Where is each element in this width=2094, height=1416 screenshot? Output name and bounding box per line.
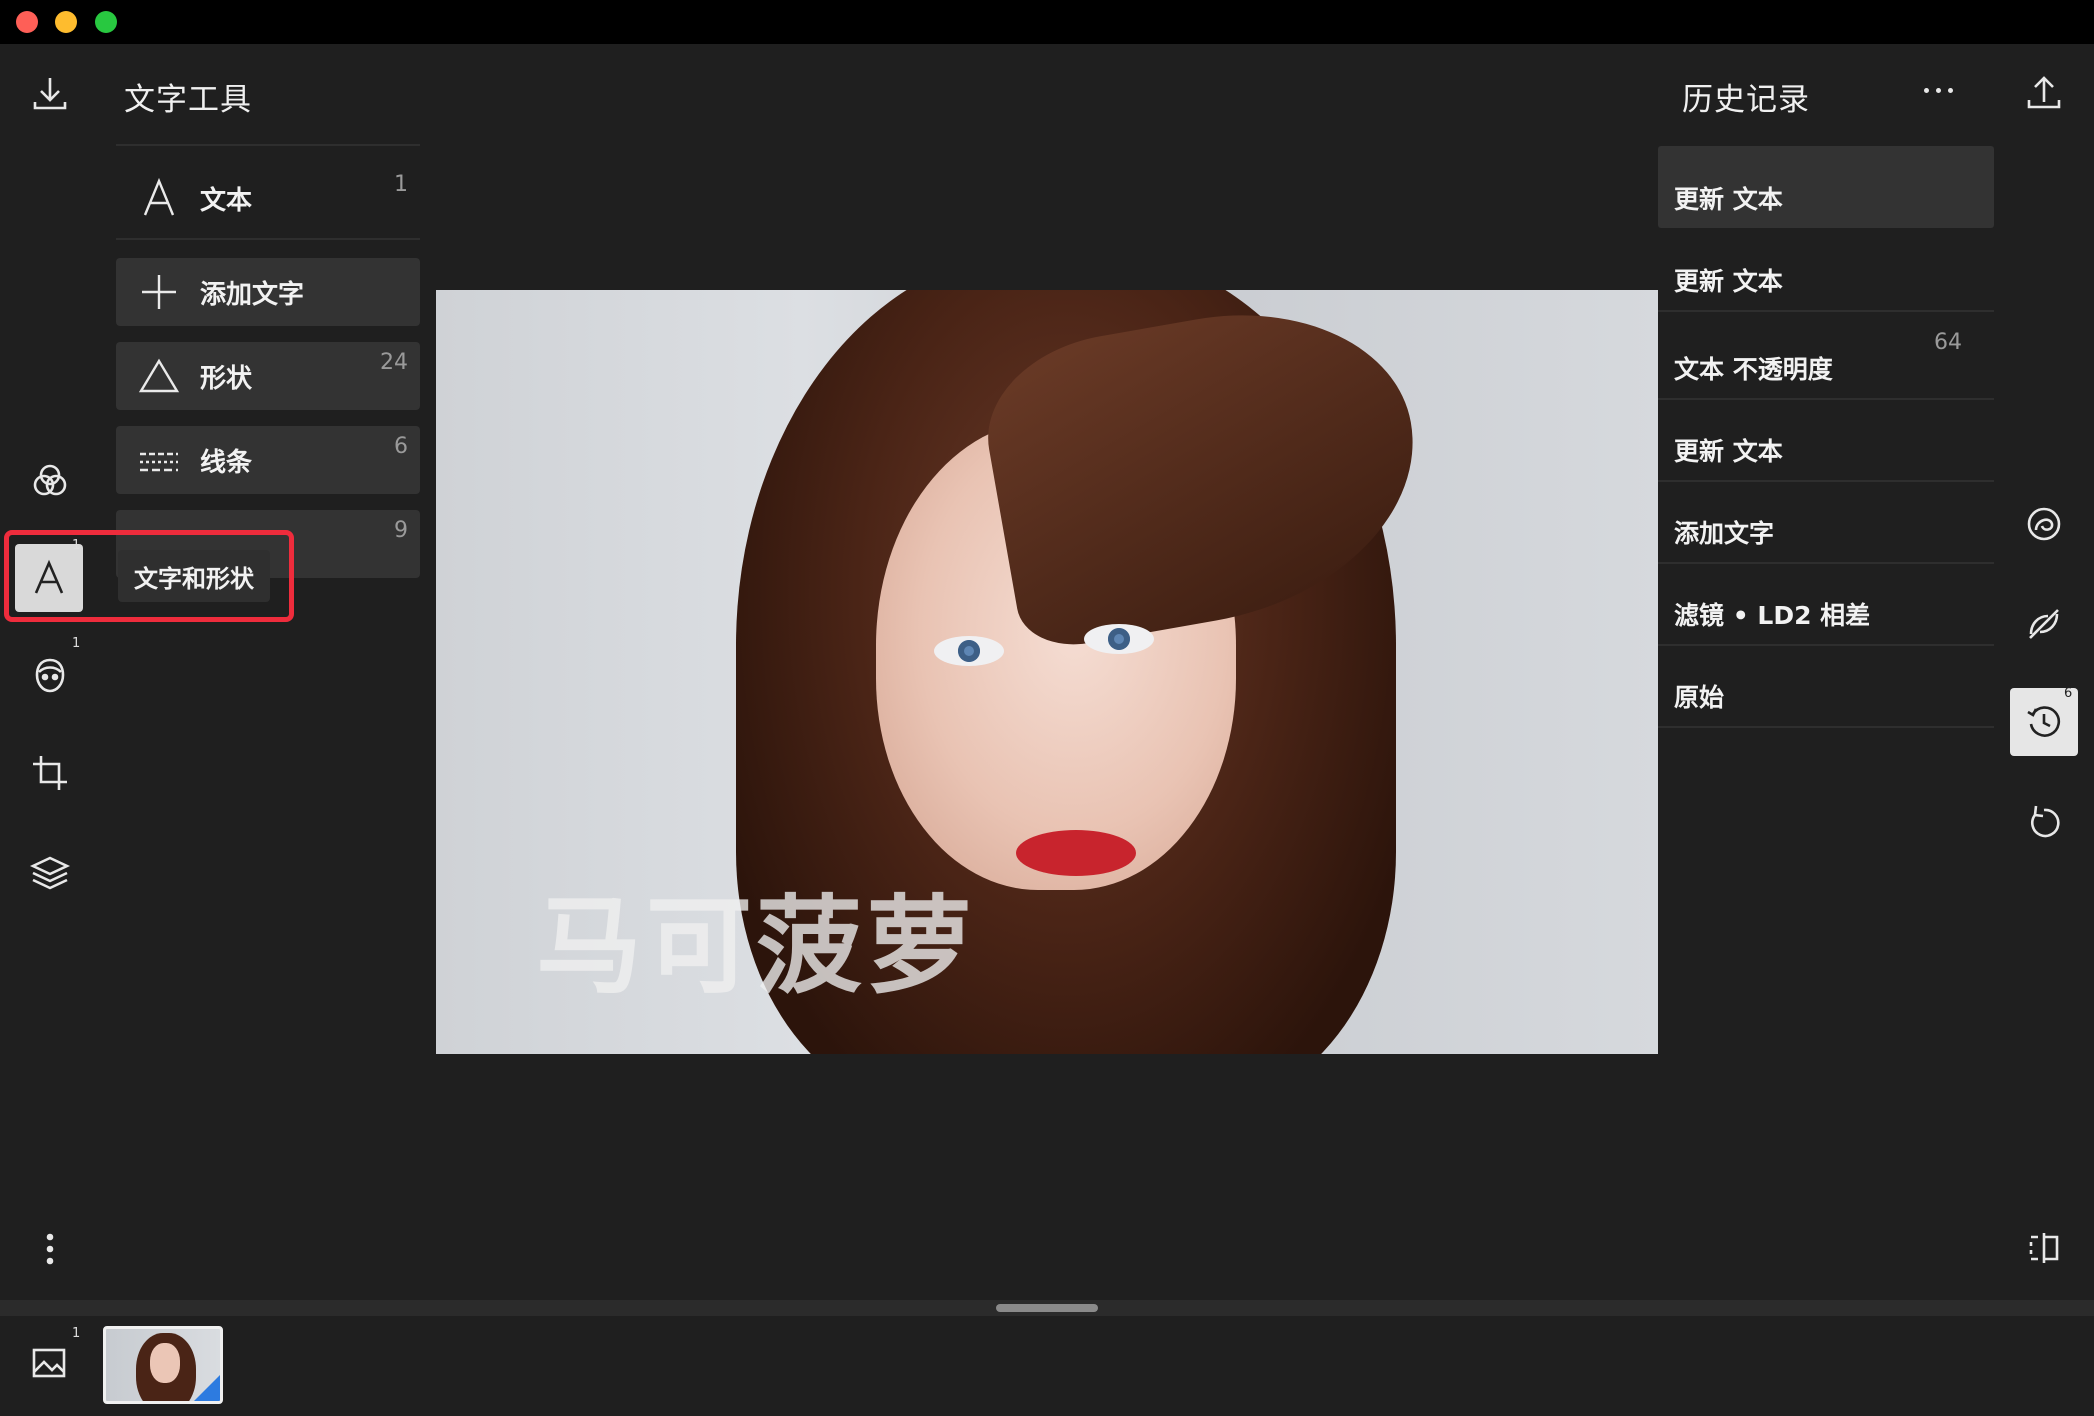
- window-titlebar: [0, 0, 2094, 44]
- history-item-label: 更新 文本: [1674, 267, 1783, 296]
- dot: [1936, 87, 1941, 93]
- dot: [1948, 87, 1953, 93]
- panel-divider: [116, 144, 420, 146]
- close-window-button[interactable]: [16, 11, 38, 33]
- compare-split-icon: [2029, 1233, 2059, 1263]
- history-item[interactable]: 更新 文本: [1658, 230, 1994, 312]
- letter-a-icon: [143, 177, 175, 216]
- crop-icon: [33, 756, 67, 790]
- edit-slash-icon: [2029, 609, 2059, 639]
- add-text-label: 添加文字: [200, 279, 305, 310]
- retouch-tool-badge: 1: [72, 636, 81, 651]
- filters-tool-button[interactable]: [15, 446, 85, 516]
- download-icon: [33, 78, 67, 110]
- layers-icon: [29, 856, 71, 890]
- history-item-label: 添加文字: [1674, 519, 1775, 548]
- history-item[interactable]: 文本 不透明度 64: [1658, 314, 1994, 400]
- undo-icon: [2031, 805, 2060, 838]
- photo-canvas[interactable]: 马可菠萝: [436, 290, 1658, 1054]
- vertical-dots-icon: [46, 1233, 54, 1265]
- more-tools-button[interactable]: [15, 1214, 85, 1284]
- crop-tool-button[interactable]: [15, 738, 85, 808]
- photo-eye-left: [934, 636, 1004, 666]
- watermark-text[interactable]: 马可菠萝: [536, 860, 976, 1014]
- history-item-label: 文本 不透明度: [1674, 355, 1833, 384]
- partial-tool-count: 9: [394, 518, 408, 543]
- more-options-button[interactable]: [1924, 80, 1964, 100]
- history-item[interactable]: 更新 文本: [1658, 400, 1994, 482]
- image-icon: [32, 1348, 66, 1378]
- history-item[interactable]: 更新 文本: [1658, 146, 1994, 228]
- shapes-label: 形状: [200, 363, 253, 394]
- zoom-window-button[interactable]: [95, 11, 117, 33]
- text-tools-title: 文字工具: [124, 82, 252, 118]
- history-title: 历史记录: [1682, 82, 1810, 118]
- photo-lips: [1016, 830, 1136, 876]
- lines-label: 线条: [200, 447, 253, 478]
- text-layer-label: 文本: [200, 185, 253, 216]
- photo-eye-right: [1084, 624, 1154, 654]
- history-item-label: 更新 文本: [1674, 185, 1783, 214]
- lines-count: 6: [394, 434, 408, 459]
- undo-button[interactable]: [2012, 790, 2076, 854]
- thumbnail-selected-corner: [194, 1375, 220, 1401]
- image-thumbnail[interactable]: [103, 1326, 223, 1404]
- text-layer-row[interactable]: 文本 1: [116, 164, 420, 232]
- dashed-lines-icon: [140, 452, 178, 472]
- history-item-label: 原始: [1674, 683, 1725, 712]
- shapes-count: 24: [380, 350, 408, 375]
- annotation-highlight-box: [4, 530, 294, 622]
- history-badge: 6: [2064, 686, 2073, 701]
- app-window: 1 1 文字工具 文本 1 添加文字 形状 24 线条 6 9 文字和形状 马可…: [0, 44, 2094, 1416]
- panel-divider: [116, 238, 420, 240]
- mask-button[interactable]: [2012, 492, 2076, 556]
- gallery-badge: 1: [72, 1326, 81, 1341]
- history-item[interactable]: 添加文字: [1658, 482, 1994, 564]
- export-button[interactable]: [2012, 60, 2076, 124]
- history-item[interactable]: 原始: [1658, 646, 1994, 728]
- upload-icon: [2027, 76, 2061, 109]
- layers-tool-button[interactable]: [15, 838, 85, 908]
- swirl-icon: [2027, 507, 2061, 541]
- history-item-count: 64: [1934, 330, 1962, 355]
- import-button[interactable]: [15, 58, 85, 128]
- history-item-label: 更新 文本: [1674, 437, 1783, 466]
- history-clock-icon: [2027, 706, 2061, 737]
- dot: [1924, 87, 1929, 93]
- minimize-window-button[interactable]: [55, 11, 77, 33]
- add-text-button[interactable]: 添加文字: [116, 258, 420, 326]
- toggle-edits-button[interactable]: [2012, 592, 2076, 656]
- history-item-label: 滤镜 • LD2 相差: [1674, 601, 1871, 630]
- shapes-button[interactable]: 形状 24: [116, 342, 420, 410]
- plus-icon: [142, 275, 176, 309]
- filmstrip-resize-handle[interactable]: [996, 1304, 1098, 1312]
- triangle-icon: [138, 358, 180, 393]
- compare-button[interactable]: [2012, 1216, 2076, 1280]
- thumbnail-face: [150, 1343, 180, 1383]
- lines-button[interactable]: 线条 6: [116, 426, 420, 494]
- history-item[interactable]: 滤镜 • LD2 相差: [1658, 564, 1994, 646]
- color-circles-icon: [33, 464, 67, 496]
- face-icon: [35, 658, 65, 693]
- text-layer-count: 1: [394, 172, 408, 197]
